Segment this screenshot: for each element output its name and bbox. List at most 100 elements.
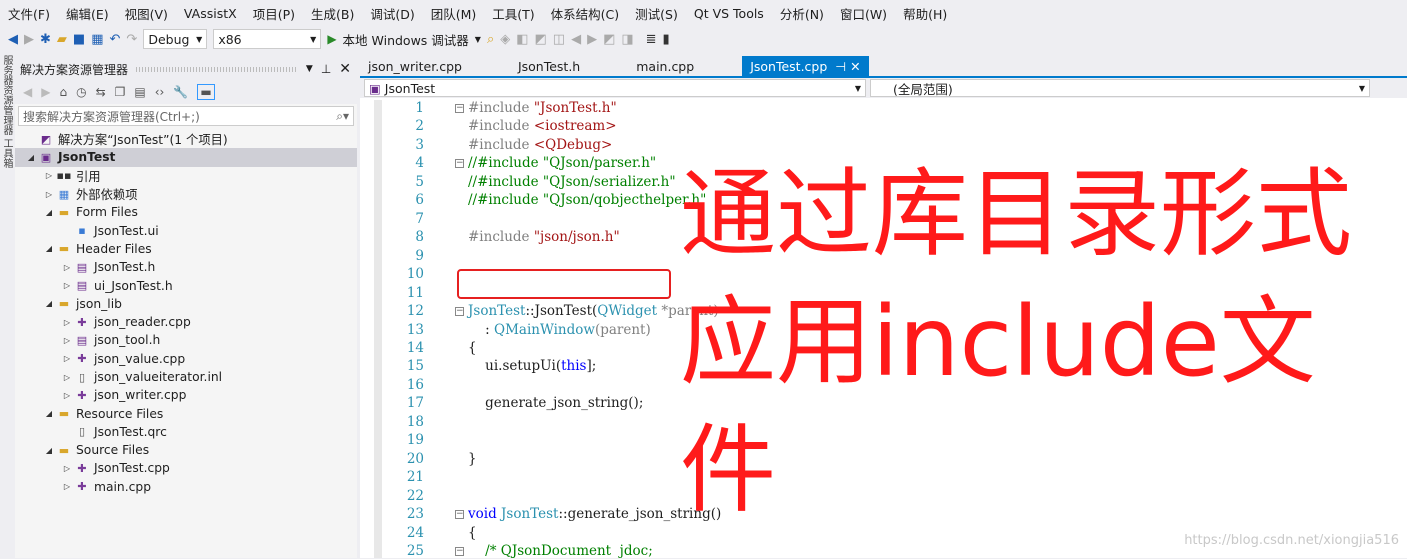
forward-icon[interactable]: ▶	[41, 85, 50, 99]
tree-item[interactable]: ▯ JsonTest.qrc	[15, 423, 357, 441]
menu-item[interactable]: 项目(P)	[245, 4, 303, 23]
code-token: {	[468, 339, 477, 356]
menu-item[interactable]: 测试(S)	[627, 4, 686, 23]
tree-item[interactable]: ◢ ▬ json_lib	[15, 295, 357, 313]
expand-arrow-icon[interactable]: ▷	[61, 336, 73, 345]
tree-item[interactable]: ▷ ✚ json_writer.cpp	[15, 386, 357, 404]
menu-item[interactable]: 体系结构(C)	[543, 4, 627, 23]
menu-item[interactable]: 窗口(W)	[832, 4, 895, 23]
expand-arrow-icon[interactable]: ▷	[61, 263, 73, 272]
tree-item[interactable]: ▷ ▦ 外部依赖项	[15, 185, 357, 203]
menu-item[interactable]: 视图(V)	[117, 4, 176, 23]
tree-item[interactable]: ◩ 解决方案“JsonTest”(1 个项目)	[15, 130, 357, 148]
expand-arrow-icon[interactable]: ▷	[61, 391, 73, 400]
tree-item[interactable]: ▷ ▤ JsonTest.h	[15, 258, 357, 276]
menu-item[interactable]: Qt VS Tools	[686, 6, 772, 21]
tree-item[interactable]: ◢ ▬ Header Files	[15, 240, 357, 258]
back-icon[interactable]: ◀	[8, 32, 18, 47]
back-icon[interactable]: ◀	[23, 85, 32, 99]
home-icon[interactable]: ⌂	[59, 85, 67, 99]
menu-item[interactable]: 分析(N)	[772, 4, 832, 23]
line-number: 9	[415, 247, 424, 264]
collapse-icon[interactable]: ❐	[115, 85, 126, 99]
line-number: 5	[415, 173, 424, 190]
find-icon[interactable]: ⌕	[487, 32, 494, 47]
code-token: #include	[468, 136, 534, 153]
save-all-icon[interactable]: ▦	[91, 32, 103, 47]
fold-toggle-icon[interactable]: −	[455, 547, 464, 557]
tree-item[interactable]: ◢ ▣ JsonTest	[15, 148, 357, 167]
drag-grip[interactable]	[136, 66, 298, 72]
tree-item[interactable]: ▷ ✚ json_reader.cpp	[15, 313, 357, 331]
tab-json_writer-cpp[interactable]: json_writer.cpp	[360, 56, 470, 76]
scope-select[interactable]: (全局范围) ▼	[870, 79, 1370, 97]
expand-arrow-icon[interactable]: ◢	[43, 409, 55, 418]
code-icon[interactable]: ‹›	[155, 85, 165, 99]
save-icon[interactable]: ■	[73, 32, 85, 47]
expand-arrow-icon[interactable]: ◢	[25, 153, 37, 162]
config-select[interactable]: Debug ▼	[143, 29, 208, 49]
bookmark-icon[interactable]: ▮	[663, 32, 670, 47]
forward-icon[interactable]: ▶	[24, 32, 34, 47]
menu-item[interactable]: VAssistX	[176, 6, 245, 21]
run-button[interactable]: ▶ 本地 Windows 调试器 ▼	[327, 30, 481, 49]
expand-arrow-icon[interactable]: ▷	[43, 171, 55, 180]
fold-toggle-icon[interactable]: −	[455, 307, 464, 317]
show-files-icon[interactable]: ▤	[134, 85, 145, 99]
expand-arrow-icon[interactable]: ▷	[61, 281, 73, 290]
undo-icon[interactable]: ↶	[110, 32, 121, 47]
menu-item[interactable]: 调试(D)	[362, 4, 422, 23]
sync-icon[interactable]: ⇆	[96, 85, 106, 99]
tree-item[interactable]: ▷ ▪▪ 引用	[15, 167, 357, 185]
tree-item[interactable]: ▷ ✚ JsonTest.cpp	[15, 459, 357, 477]
tree-item[interactable]: ◢ ▬ Source Files	[15, 441, 357, 459]
menu-item[interactable]: 编辑(E)	[58, 4, 117, 23]
menu-item[interactable]: 生成(B)	[303, 4, 362, 23]
tree-item[interactable]: ▷ ▤ json_tool.h	[15, 331, 357, 349]
tab-jsontest-h[interactable]: JsonTest.h	[510, 56, 588, 76]
tab-main-cpp[interactable]: main.cpp	[628, 56, 702, 76]
redo-icon[interactable]: ↷	[126, 32, 137, 47]
expand-arrow-icon[interactable]: ▷	[61, 482, 73, 491]
class-select[interactable]: ▣ JsonTest ▼	[364, 79, 866, 97]
menu-item[interactable]: 帮助(H)	[895, 4, 955, 23]
menu-item[interactable]: 文件(F)	[0, 4, 58, 23]
tree-item[interactable]: ▪ JsonTest.ui	[15, 221, 357, 239]
scope-value: (全局范围)	[893, 81, 953, 97]
line-number: 24	[406, 524, 424, 541]
fold-toggle-icon[interactable]: −	[455, 104, 464, 113]
dropdown-icon[interactable]: ▼	[306, 64, 313, 74]
history-icon[interactable]: ◷	[76, 85, 86, 99]
tree-item[interactable]: ◢ ▬ Resource Files	[15, 404, 357, 422]
expand-arrow-icon[interactable]: ◢	[43, 244, 55, 253]
expand-arrow-icon[interactable]: ▷	[43, 190, 55, 199]
pin-icon[interactable]: ⊥	[321, 62, 331, 76]
open-folder-icon[interactable]: ▰	[57, 32, 67, 47]
tab-jsontest-cpp[interactable]: JsonTest.cpp ⊣ ✕	[742, 56, 869, 76]
expand-arrow-icon[interactable]: ◢	[43, 446, 55, 455]
fold-toggle-icon[interactable]: −	[455, 510, 464, 520]
platform-select[interactable]: x86 ▼	[213, 29, 322, 49]
tree-item[interactable]: ▷ ▤ ui_JsonTest.h	[15, 276, 357, 294]
expand-arrow-icon[interactable]: ◢	[43, 299, 55, 308]
preview-icon[interactable]: ▬	[197, 84, 215, 100]
close-icon[interactable]: ✕	[339, 61, 351, 77]
tree-item[interactable]: ▷ ✚ main.cpp	[15, 478, 357, 496]
expand-arrow-icon[interactable]: ▷	[61, 464, 73, 473]
expand-arrow-icon[interactable]: ▷	[61, 354, 73, 363]
expand-arrow-icon[interactable]: ◢	[43, 208, 55, 217]
explorer-search-input[interactable]: 搜索解决方案资源管理器(Ctrl+;) ⌕▾	[18, 106, 354, 126]
close-icon[interactable]: ⊣ ✕	[835, 59, 860, 74]
properties-icon[interactable]: 🔧	[173, 85, 188, 99]
tree-item[interactable]: ▷ ✚ json_value.cpp	[15, 350, 357, 368]
expand-arrow-icon[interactable]: ▷	[61, 318, 73, 327]
tree-item[interactable]: ▷ ▯ json_valueiterator.inl	[15, 368, 357, 386]
expand-arrow-icon[interactable]: ▷	[61, 373, 73, 382]
tree-item[interactable]: ◢ ▬ Form Files	[15, 203, 357, 221]
side-tool-strip[interactable]: 服务器资源管理器 工具箱	[0, 55, 14, 558]
new-project-icon[interactable]: ✱	[40, 32, 51, 47]
menu-item[interactable]: 工具(T)	[484, 4, 542, 23]
comment-icon[interactable]: ≣	[646, 32, 657, 47]
menu-item[interactable]: 团队(M)	[423, 4, 485, 23]
fold-toggle-icon[interactable]: −	[455, 159, 464, 169]
